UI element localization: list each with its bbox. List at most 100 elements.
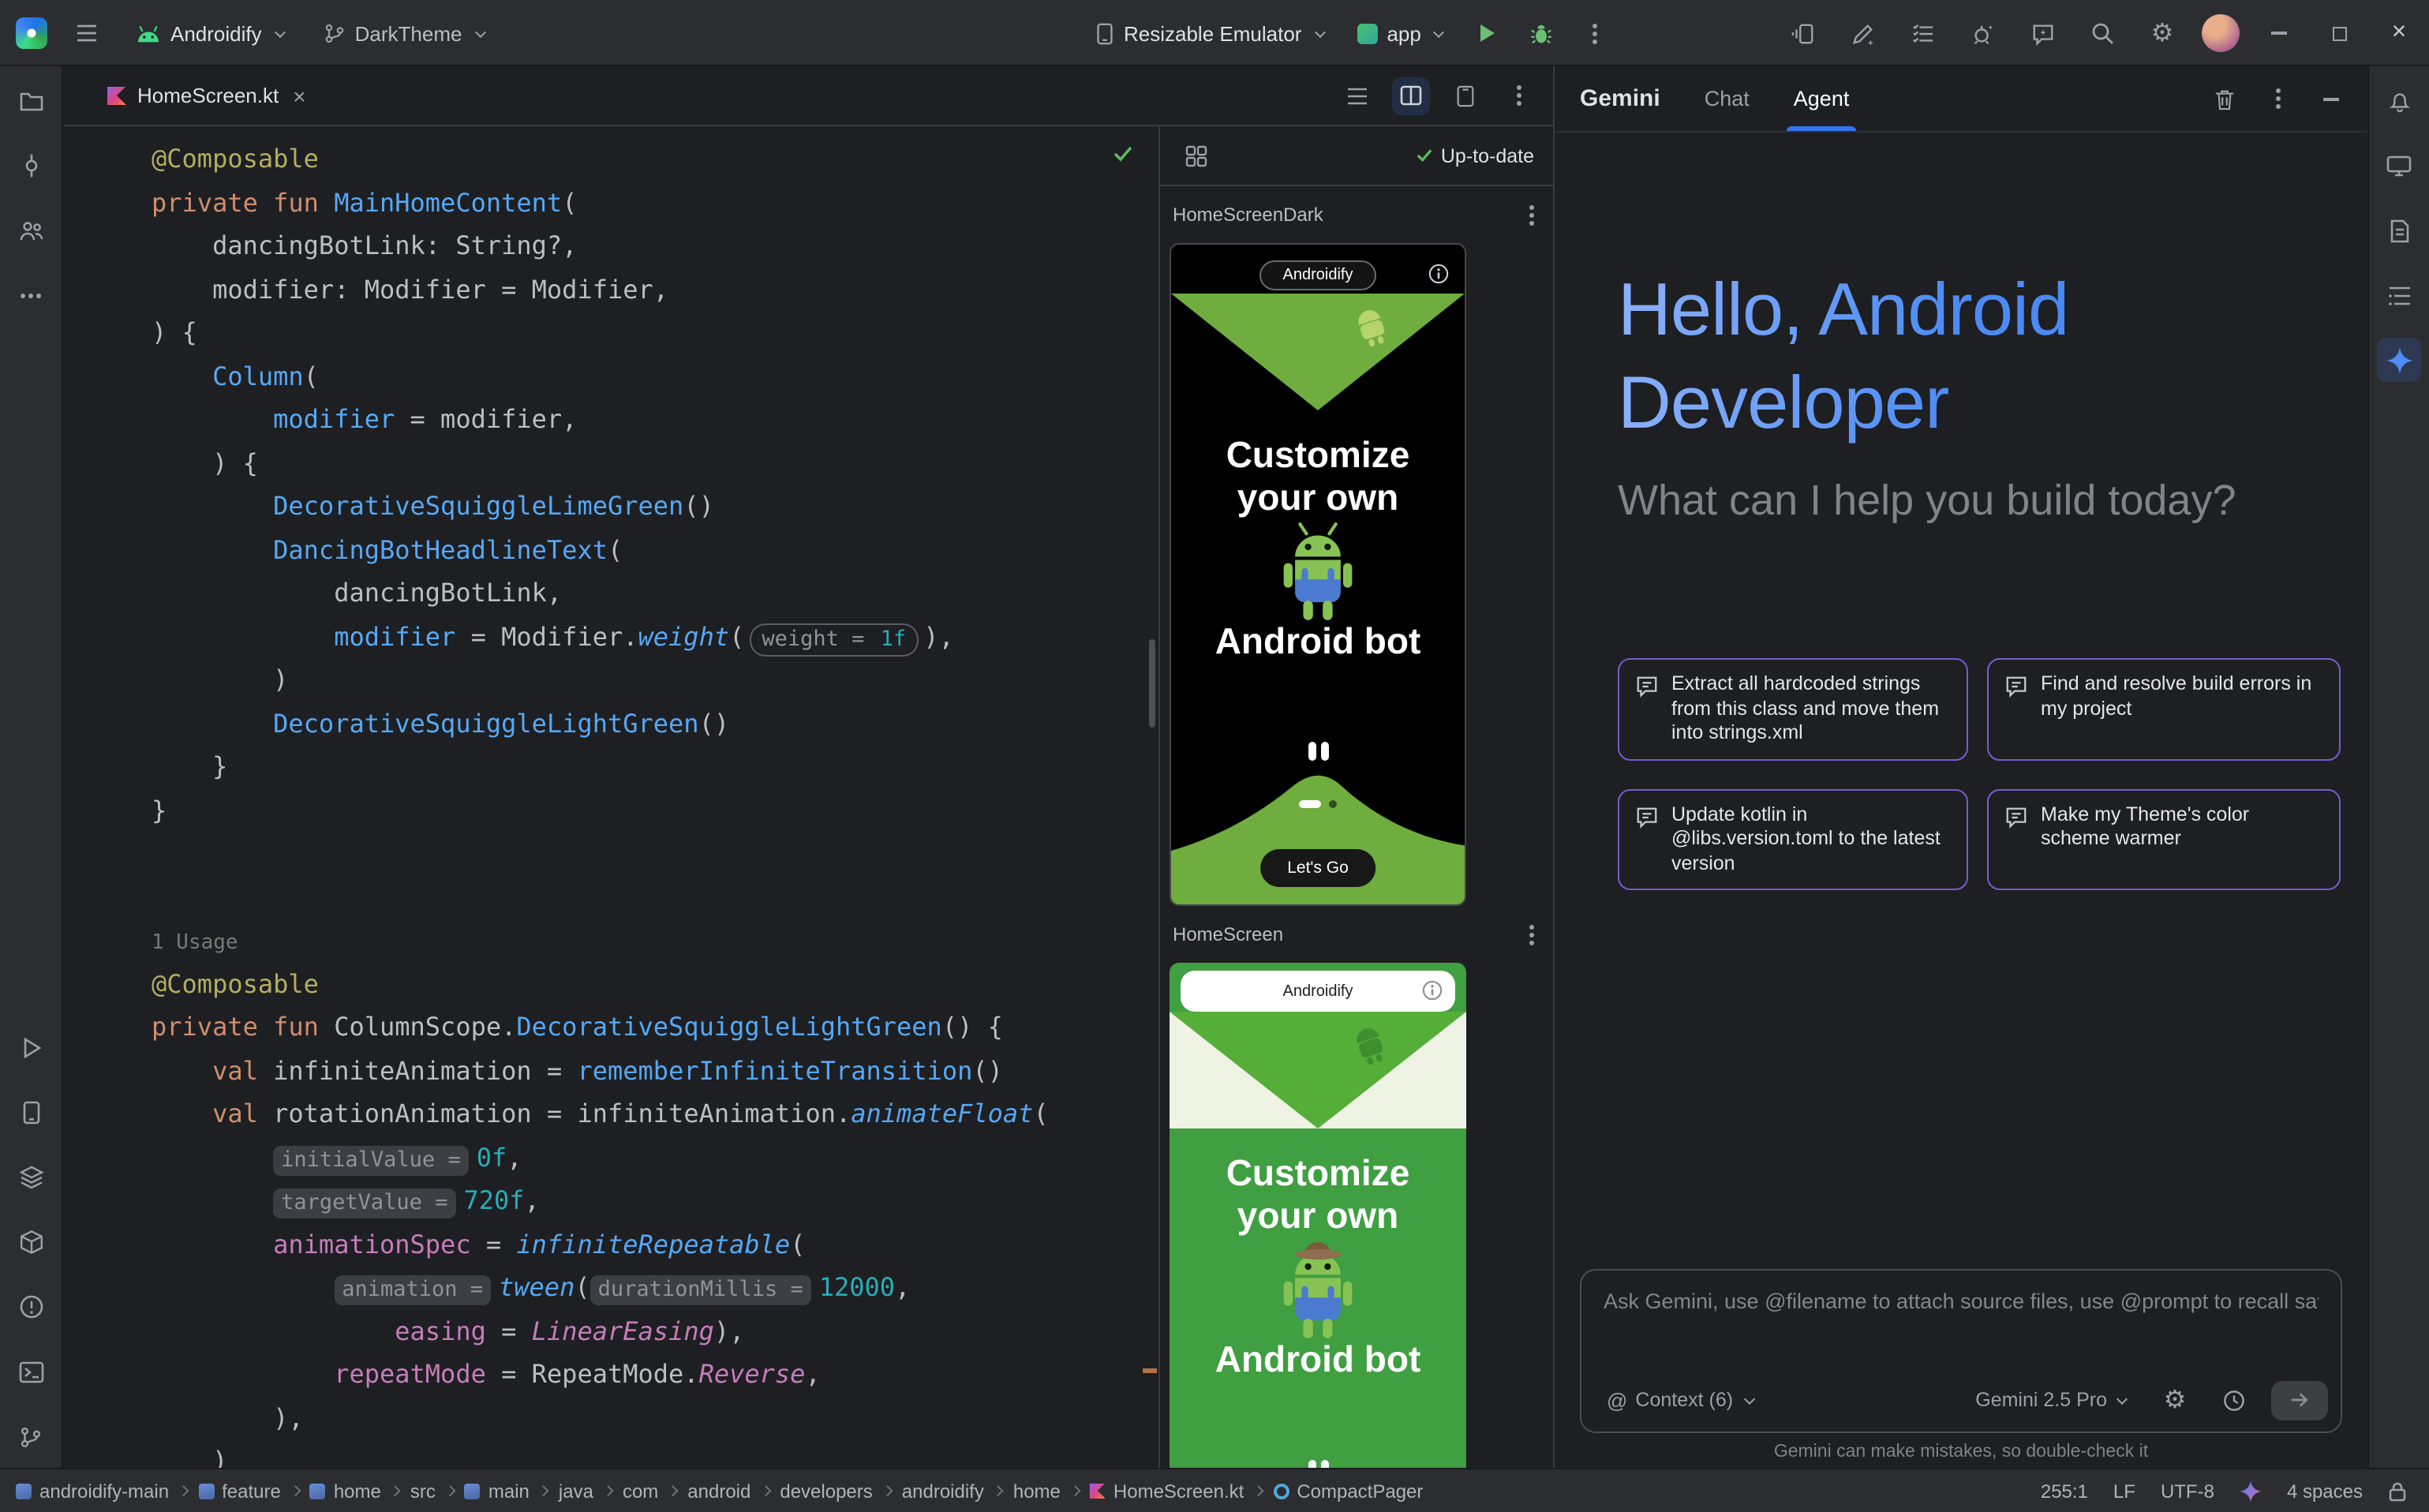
code-line[interactable]: ), — [152, 1396, 1158, 1439]
notifications-button[interactable] — [2377, 79, 2421, 123]
line-separator[interactable]: LF — [2113, 1480, 2135, 1502]
suggestion-card[interactable]: Find and resolve build errors in my proj… — [1987, 658, 2341, 760]
code-line[interactable]: targetValue =720f, — [152, 1179, 1158, 1222]
build-panel-button[interactable] — [9, 1220, 53, 1264]
running-devices-panel-button[interactable] — [9, 1091, 53, 1135]
code-line[interactable] — [152, 875, 1158, 919]
breadcrumb-item[interactable]: HomeScreen.kt — [1090, 1480, 1244, 1502]
code-line[interactable]: DecorativeSquiggleLightGreen() — [152, 702, 1158, 745]
code-line[interactable]: } — [152, 745, 1158, 788]
vcs-branch-selector[interactable]: DarkTheme — [314, 15, 496, 51]
code-line[interactable]: modifier = Modifier.weight(weight = 1f), — [152, 615, 1158, 658]
code-line[interactable]: @Composable — [152, 962, 1158, 1005]
task-list-button[interactable] — [1902, 13, 1943, 54]
code-line[interactable]: val infiniteAnimation = rememberInfinite… — [152, 1049, 1158, 1092]
prompt-input[interactable] — [1600, 1277, 2322, 1324]
close-button[interactable]: × — [2378, 13, 2420, 54]
info-icon[interactable] — [1428, 264, 1449, 284]
editor-list-view-button[interactable] — [1338, 77, 1376, 114]
tab-agent[interactable]: Agent — [1794, 66, 1850, 131]
device-manager-button[interactable] — [2377, 144, 2421, 188]
code-line[interactable]: ) — [152, 1439, 1158, 1468]
caret-position[interactable]: 255:1 — [2041, 1480, 2088, 1502]
terminal-panel-button[interactable] — [9, 1349, 53, 1394]
code-line[interactable]: dancingBotLink: String?, — [152, 224, 1158, 268]
run-config-selector[interactable]: app — [1347, 15, 1454, 51]
code-line[interactable]: DecorativeSquiggleLimeGreen() — [152, 485, 1158, 528]
grid-view-button[interactable] — [1176, 135, 1217, 176]
breadcrumb-item[interactable]: feature — [198, 1480, 281, 1502]
code-line[interactable]: 1 Usage — [152, 919, 1158, 962]
code-line[interactable]: DancingBotHeadlineText( — [152, 528, 1158, 571]
breadcrumb-item[interactable]: android — [687, 1480, 750, 1502]
preview-homescreen[interactable]: Androidify — [1170, 963, 1466, 1468]
code-line[interactable]: dancingBotLink, — [152, 571, 1158, 615]
device-explorer-button[interactable] — [2377, 208, 2421, 253]
editor-tab-homescreen[interactable]: HomeScreen.kt × — [92, 66, 322, 125]
code-lines[interactable]: @Composableprivate fun MainHomeContent( … — [63, 126, 1158, 1468]
suggestion-card[interactable]: Make my Theme's color scheme warmer — [1987, 788, 2341, 890]
code-line[interactable] — [152, 832, 1158, 875]
pair-devices-button[interactable] — [1782, 13, 1823, 54]
prompt-history-button[interactable] — [2213, 1379, 2254, 1420]
breadcrumb-item[interactable]: CompactPager — [1273, 1480, 1423, 1502]
send-button[interactable] — [2271, 1380, 2328, 1420]
breadcrumb-item[interactable]: androidify — [902, 1480, 984, 1502]
code-line[interactable]: initialValue =0f, — [152, 1136, 1158, 1179]
split-editor-button[interactable] — [1392, 77, 1430, 114]
code-line[interactable]: easing = LinearEasing), — [152, 1309, 1158, 1353]
code-line[interactable]: ) { — [152, 441, 1158, 485]
prompt-settings-button[interactable]: ⚙ — [2154, 1379, 2195, 1420]
indent-setting[interactable]: 4 spaces — [2287, 1480, 2363, 1502]
ai-edit-button[interactable] — [1842, 13, 1883, 54]
code-line[interactable]: animationSpec = infiniteRepeatable( — [152, 1222, 1158, 1266]
user-avatar[interactable] — [2202, 14, 2240, 52]
preview-label-homescreendark[interactable]: HomeScreenDark — [1160, 186, 1553, 243]
suggestion-card[interactable]: Extract all hardcoded strings from this … — [1618, 658, 1968, 760]
code-line[interactable]: val rotationAnimation = infiniteAnimatio… — [152, 1092, 1158, 1136]
model-selector[interactable]: Gemini 2.5 Pro — [1966, 1387, 2137, 1413]
inspections-ok-icon[interactable] — [1113, 145, 1133, 163]
code-line[interactable]: animation =tween(durationMillis =12000, — [152, 1266, 1158, 1309]
close-tab-icon[interactable]: × — [293, 83, 305, 108]
file-encoding[interactable]: UTF-8 — [2161, 1480, 2214, 1502]
maximize-button[interactable] — [2319, 13, 2360, 54]
preview-label-homescreen[interactable]: HomeScreen — [1160, 906, 1553, 963]
debug-button[interactable] — [1521, 13, 1562, 54]
preview-device-button[interactable] — [1446, 77, 1484, 114]
breadcrumb-item[interactable]: main — [465, 1480, 530, 1502]
more-run-actions-button[interactable] — [1574, 13, 1615, 54]
ai-spark-icon[interactable] — [2240, 1480, 2262, 1502]
search-everywhere-button[interactable] — [2082, 13, 2123, 54]
breadcrumb-item[interactable]: home — [1013, 1480, 1061, 1502]
project-selector[interactable]: Androidify — [126, 15, 295, 51]
packages-panel-button[interactable] — [9, 1155, 53, 1199]
minimize-button[interactable] — [2259, 13, 2300, 54]
code-line[interactable]: repeatMode = RepeatMode.Reverse, — [152, 1353, 1158, 1396]
breadcrumb-item[interactable]: developers — [780, 1480, 872, 1502]
ai-chat-button[interactable] — [2022, 13, 2063, 54]
breadcrumb-item[interactable]: home — [310, 1480, 381, 1502]
run-button[interactable] — [1467, 13, 1508, 54]
suggestion-card[interactable]: Update kotlin in @libs.version.toml to t… — [1618, 788, 1968, 890]
main-menu-button[interactable] — [66, 13, 107, 54]
tab-chat[interactable]: Chat — [1705, 66, 1750, 131]
collaboration-panel-button[interactable] — [9, 208, 53, 253]
code-line[interactable]: @Composable — [152, 137, 1158, 181]
preview-homescreendark[interactable]: Androidify — [1170, 243, 1466, 906]
prompt-input-container[interactable]: @ Context (6) Gemini 2.5 Pro ⚙ — [1580, 1269, 2342, 1433]
version-control-panel-button[interactable] — [9, 1414, 53, 1458]
settings-button[interactable]: ⚙ — [2142, 13, 2183, 54]
more-tool-windows-button[interactable] — [9, 273, 53, 317]
project-panel-button[interactable] — [9, 79, 53, 123]
code-line[interactable]: } — [152, 788, 1158, 832]
code-line[interactable]: ) { — [152, 311, 1158, 354]
code-line[interactable]: Column( — [152, 354, 1158, 398]
run-panel-button[interactable] — [9, 1026, 53, 1070]
structure-panel-button[interactable] — [2377, 273, 2421, 317]
ai-insights-button[interactable] — [1962, 13, 2003, 54]
problems-panel-button[interactable] — [9, 1285, 53, 1329]
code-line[interactable]: modifier = modifier, — [152, 398, 1158, 441]
code-line[interactable]: ) — [152, 658, 1158, 702]
gemini-panel-button[interactable] — [2377, 338, 2421, 382]
